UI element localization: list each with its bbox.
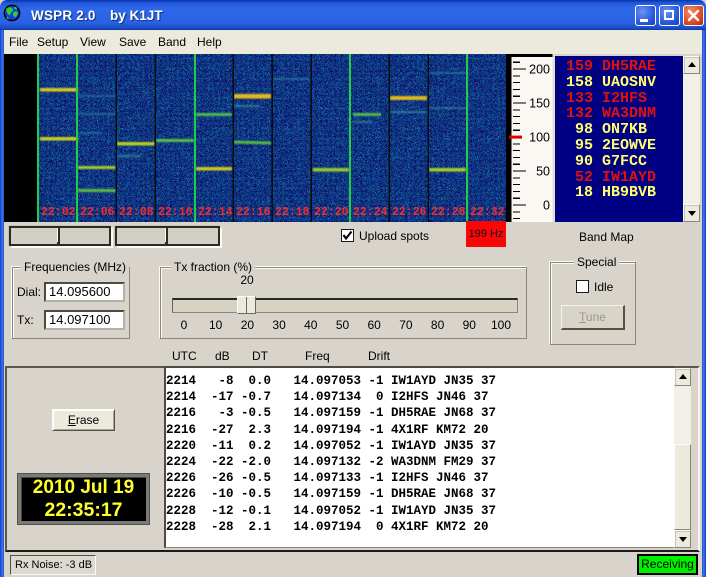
svg-text:50: 50: [536, 165, 550, 179]
svg-text:0: 0: [543, 199, 550, 213]
svg-text:22:02: 22:02: [41, 206, 76, 219]
svg-text:22:08: 22:08: [119, 206, 154, 219]
svg-text:22:26: 22:26: [392, 206, 427, 219]
svg-text:100: 100: [529, 131, 550, 145]
svg-text:200: 200: [529, 63, 550, 77]
svg-text:22:06: 22:06: [80, 206, 115, 219]
svg-text:22:10: 22:10: [158, 206, 193, 219]
svg-text:22:32: 22:32: [470, 206, 505, 219]
svg-text:22:28: 22:28: [431, 206, 466, 219]
svg-text:22:18: 22:18: [275, 206, 310, 219]
svg-text:150: 150: [529, 97, 550, 111]
svg-text:22:16: 22:16: [236, 206, 271, 219]
svg-text:22:24: 22:24: [353, 206, 388, 219]
svg-text:22:14: 22:14: [198, 206, 233, 219]
svg-text:22:20: 22:20: [314, 206, 349, 219]
